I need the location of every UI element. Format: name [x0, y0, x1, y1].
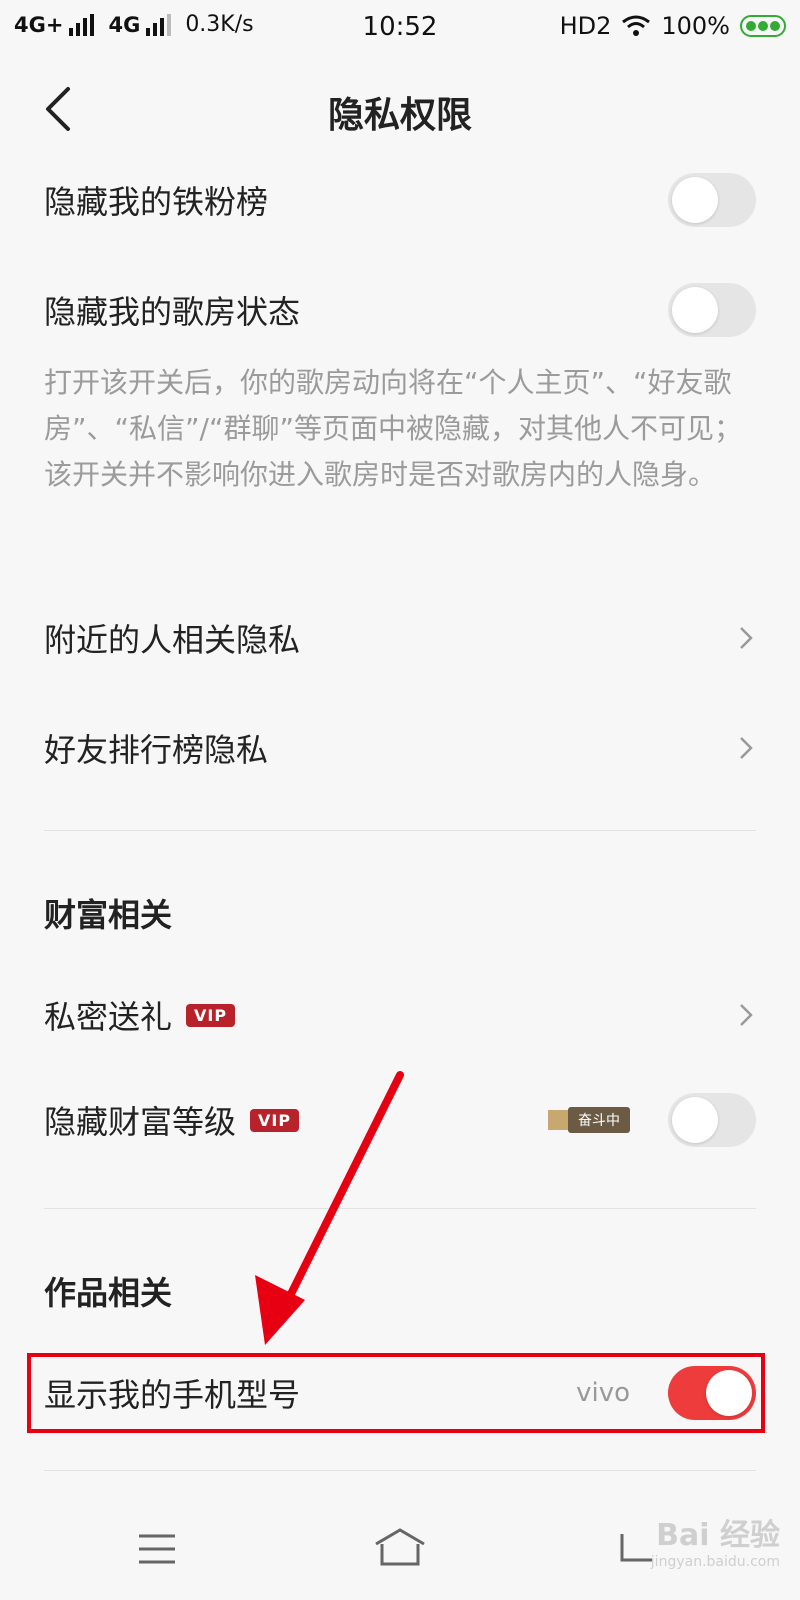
menu-icon [139, 1534, 175, 1564]
works-section-title: 作品相关 [44, 1274, 173, 1312]
nearby-privacy-label: 附近的人相关隐私 [44, 621, 301, 659]
menu-button[interactable] [127, 1522, 187, 1576]
home-icon [375, 1528, 425, 1566]
hide-fans-toggle[interactable] [668, 173, 756, 227]
hide-wealth-row: 隐藏财富等级 VIP 奋斗中 [44, 1080, 756, 1160]
battery-icon [740, 15, 786, 37]
vip-badge: VIP [250, 1108, 300, 1132]
struggle-tag: 奋斗中 [568, 1107, 630, 1133]
toggle-knob [672, 287, 718, 333]
nearby-privacy-row[interactable]: 附近的人相关隐私 [44, 598, 756, 678]
hide-wealth-toggle[interactable] [668, 1093, 756, 1147]
chevron-right-icon [740, 627, 753, 649]
watermark-sub: jingyan.baidu.com [650, 1554, 780, 1570]
watermark: Bai 经验 jingyan.baidu.com [651, 1510, 780, 1570]
page-title: 隐私权限 [327, 95, 472, 136]
hide-fans-row: 隐藏我的铁粉榜 [44, 160, 756, 240]
watermark-text: Bai 经验 [656, 1518, 780, 1553]
hd-label: HD2 [559, 12, 612, 40]
status-bar: 4G+ 4G 0.3K/s 10:52 HD2 100% [0, 0, 800, 56]
wealth-section-title: 财富相关 [44, 896, 173, 934]
flag-icon [548, 1110, 570, 1130]
header: 隐私权限 [0, 76, 800, 146]
private-gift-row[interactable]: 私密送礼 VIP [44, 975, 756, 1055]
vip-badge: VIP [186, 1003, 236, 1027]
private-gift-label: 私密送礼 [44, 998, 173, 1036]
friends-rank-row[interactable]: 好友排行榜隐私 [44, 708, 756, 788]
toggle-knob [672, 1097, 718, 1143]
hide-room-row: 隐藏我的歌房状态 [44, 270, 756, 350]
wifi-icon [622, 15, 651, 36]
hide-wealth-label: 隐藏财富等级 [44, 1103, 237, 1141]
chevron-right-icon [740, 1004, 753, 1026]
highlight-box [27, 1353, 765, 1433]
struggle-badge: 奋斗中 [548, 1107, 630, 1133]
divider [44, 1208, 756, 1209]
toggle-knob [672, 177, 718, 223]
friends-rank-label: 好友排行榜隐私 [44, 731, 269, 769]
hide-room-label: 隐藏我的歌房状态 [44, 293, 301, 331]
home-button[interactable] [370, 1522, 430, 1576]
battery-percent: 100% [661, 12, 730, 40]
divider [44, 1470, 756, 1471]
divider [44, 830, 756, 831]
hide-room-toggle[interactable] [668, 283, 756, 337]
room-description: 打开该开关后，你的歌房动向将在“个人主页”、“好友歌房”、“私信”/“群聊”等页… [44, 366, 742, 491]
status-right: HD2 100% [560, 12, 786, 40]
hide-fans-label: 隐藏我的铁粉榜 [44, 183, 269, 221]
chevron-right-icon [740, 737, 753, 759]
